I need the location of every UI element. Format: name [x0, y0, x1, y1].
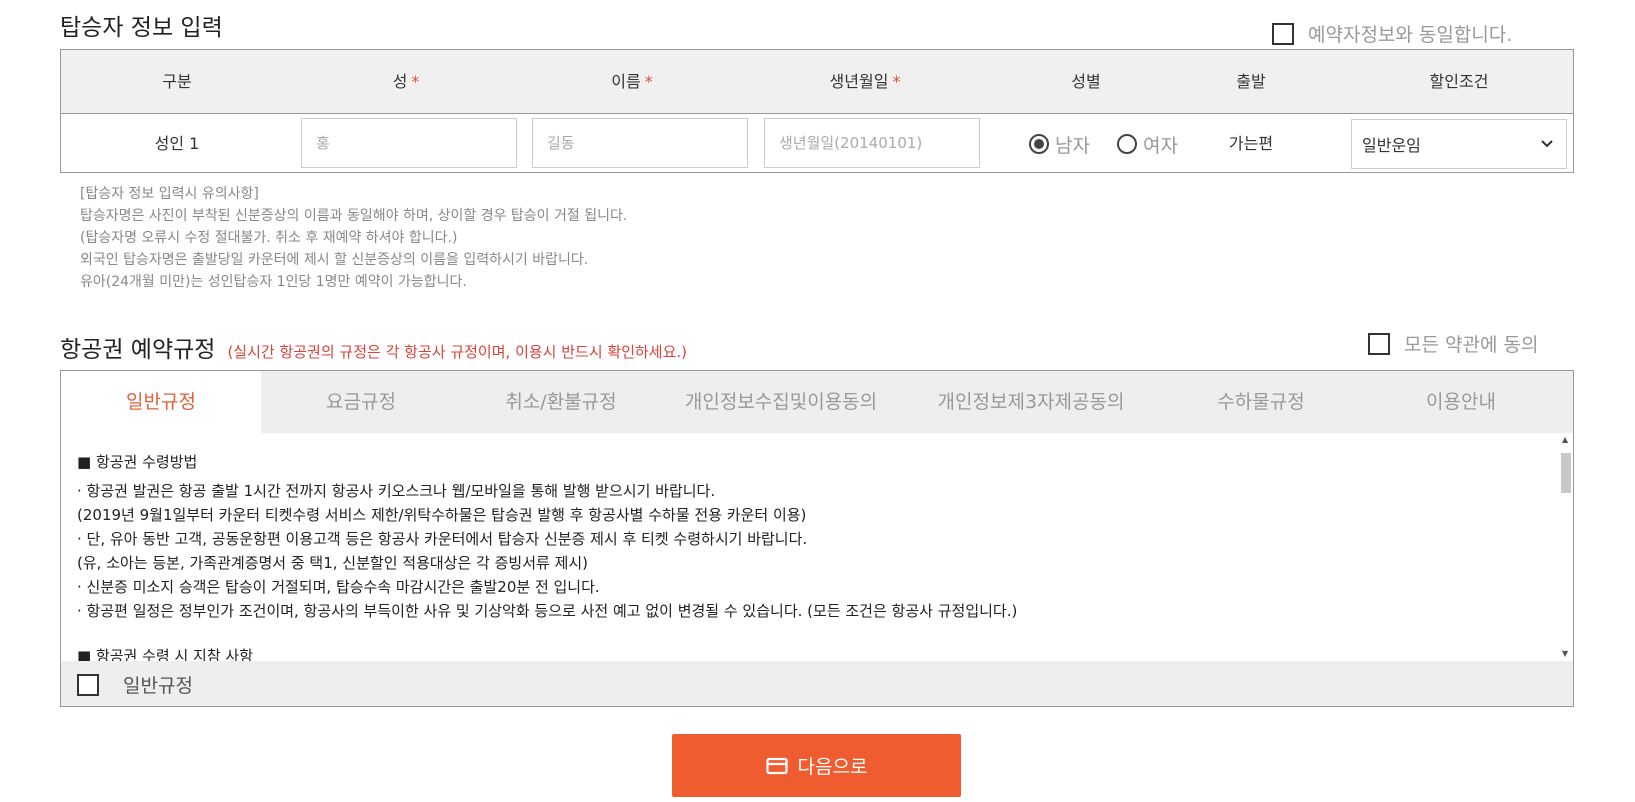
tab-privacy-third-party[interactable]: 개인정보제3자제공동의 [901, 371, 1161, 433]
discount-selected-value: 일반운임 [1362, 136, 1421, 155]
passenger-section-title: 탑승자 정보 입력 [60, 15, 223, 41]
checkbox-icon[interactable] [77, 673, 99, 696]
header-discount: 할인조건 [1429, 72, 1489, 91]
tab-usage-guide[interactable]: 이용안내 [1361, 371, 1561, 433]
passenger-table-header: 구분 성 * 이름 * 생년월일 * 성별 출발 할인조건 [61, 50, 1573, 114]
tab-cancel-refund[interactable]: 취소/환불규정 [461, 371, 661, 433]
scroll-up-icon[interactable]: ▲ [1562, 435, 1568, 444]
general-rules-checkbox[interactable]: 일반규정 [77, 671, 193, 698]
content-heading: ■ 항공권 수령 시 지참 사항 [77, 647, 254, 661]
tab-fare-rules[interactable]: 요금규정 [261, 371, 461, 433]
rules-subtitle: (실시간 항공권의 규정은 각 항공사 규정이며, 이용시 반드시 확인하세요.… [227, 343, 688, 361]
content-heading: ■ 항공권 수령방법 [77, 453, 198, 471]
last-name-input[interactable] [301, 118, 517, 168]
header-birth: 생년월일 * [829, 72, 901, 91]
note-line: 탑승자명은 사진이 부착된 신분증상의 이름과 동일해야 하며, 상이할 경우 … [80, 208, 628, 224]
gender-female-label: 여자 [1143, 134, 1178, 157]
header-last-name: 성 * [392, 72, 420, 91]
agree-all-checkbox[interactable]: 모든 약관에 동의 [1368, 330, 1538, 357]
scrollbar-thumb[interactable] [1561, 453, 1571, 493]
birth-date-input[interactable] [764, 118, 980, 168]
checkbox-icon[interactable] [1368, 332, 1390, 355]
radio-unselected-icon[interactable] [1117, 134, 1137, 154]
agree-all-label: 모든 약관에 동의 [1404, 334, 1539, 356]
passenger-table: 구분 성* 이름* 생년월일* 성별 출발 할인조건 성인 1 남자 여자 가는… [60, 49, 1574, 173]
content-line: · 신분증 미소지 승객은 탑승이 거절되며, 탑승수속 마감시간은 출발20분… [77, 578, 600, 596]
card-icon [765, 757, 788, 774]
rules-scrollbar[interactable]: ▲ ▼ [1559, 433, 1573, 661]
note-line: (탑승자명 오류시 수정 절대불가. 취소 후 재예약 하셔야 합니다.) [80, 230, 458, 246]
discount-select[interactable]: 일반운임 [1351, 119, 1567, 169]
header-depart: 출발 [1236, 72, 1266, 91]
tab-privacy-collection[interactable]: 개인정보수집및이용동의 [661, 371, 901, 433]
tab-general-rules[interactable]: 일반규정 [61, 371, 261, 433]
header-gender: 성별 [1071, 72, 1101, 91]
passenger-row: 성인 1 남자 여자 가는편 일반운임 [61, 114, 1573, 174]
header-first-name: 이름 * [611, 72, 653, 91]
content-line: · 단, 유아 동반 고객, 공동운항편 이용고객 등은 항공사 카운터에서 탑… [77, 530, 808, 548]
rules-content: ■ 항공권 수령방법 · 항공권 발권은 항공 출발 1시간 전까지 항공사 키… [61, 433, 1559, 661]
content-line: · 항공편 일정은 정부인가 조건이며, 항공사의 부득이한 사유 및 기상악화… [77, 602, 1018, 620]
gender-male-label: 남자 [1055, 134, 1090, 157]
scroll-down-icon[interactable]: ▼ [1562, 649, 1568, 658]
note-line: 유아(24개월 미만)는 성인탑승자 1인당 1명만 예약이 가능합니다. [80, 274, 467, 290]
header-type: 구분 [162, 72, 192, 91]
passenger-notes: [탑승자 정보 입력시 유의사항] 탑승자명은 사진이 부착된 신분증상의 이름… [80, 183, 627, 293]
content-line: · 항공권 발권은 항공 출발 1시간 전까지 항공사 키오스크나 웹/모바일을… [77, 482, 716, 500]
note-line: 외국인 탑승자명은 출발당일 카운터에 제시 할 신분증상의 이름을 입력하시기… [80, 252, 589, 268]
first-name-input[interactable] [532, 118, 748, 168]
rules-tabs: 일반규정 요금규정 취소/환불규정 개인정보수집및이용동의 개인정보제3자제공동… [61, 371, 1573, 433]
checkbox-icon[interactable] [1272, 22, 1294, 45]
general-rules-checkbox-label: 일반규정 [123, 675, 193, 697]
radio-selected-icon[interactable] [1029, 134, 1049, 154]
same-as-booker-label: 예약자정보와 동일합니다. [1308, 24, 1513, 46]
tab-baggage[interactable]: 수하물규정 [1161, 371, 1361, 433]
content-line: (유, 소아는 등본, 가족관계증명서 중 택1, 신분할인 적용대상은 각 증… [77, 554, 589, 572]
note-line: [탑승자 정보 입력시 유의사항] [80, 186, 259, 202]
gender-female-radio[interactable]: 여자 [1117, 114, 1178, 174]
gender-male-radio[interactable]: 남자 [1029, 114, 1090, 174]
depart-value: 가는편 [1228, 134, 1274, 153]
next-button-label: 다음으로 [797, 756, 868, 778]
same-as-booker-checkbox[interactable]: 예약자정보와 동일합니다. [1272, 20, 1512, 47]
passenger-type: 성인 1 [154, 134, 200, 153]
next-button[interactable]: 다음으로 [672, 734, 961, 797]
chevron-down-icon [1541, 140, 1553, 148]
content-line: (2019년 9월1일부터 카운터 티켓수령 서비스 제한/위탁수하물은 탑승권… [77, 506, 807, 524]
rules-section-title: 항공권 예약규정 (실시간 항공권의 규정은 각 항공사 규정이며, 이용시 반… [60, 337, 688, 363]
rules-panel: 일반규정 요금규정 취소/환불규정 개인정보수집및이용동의 개인정보제3자제공동… [60, 370, 1574, 707]
